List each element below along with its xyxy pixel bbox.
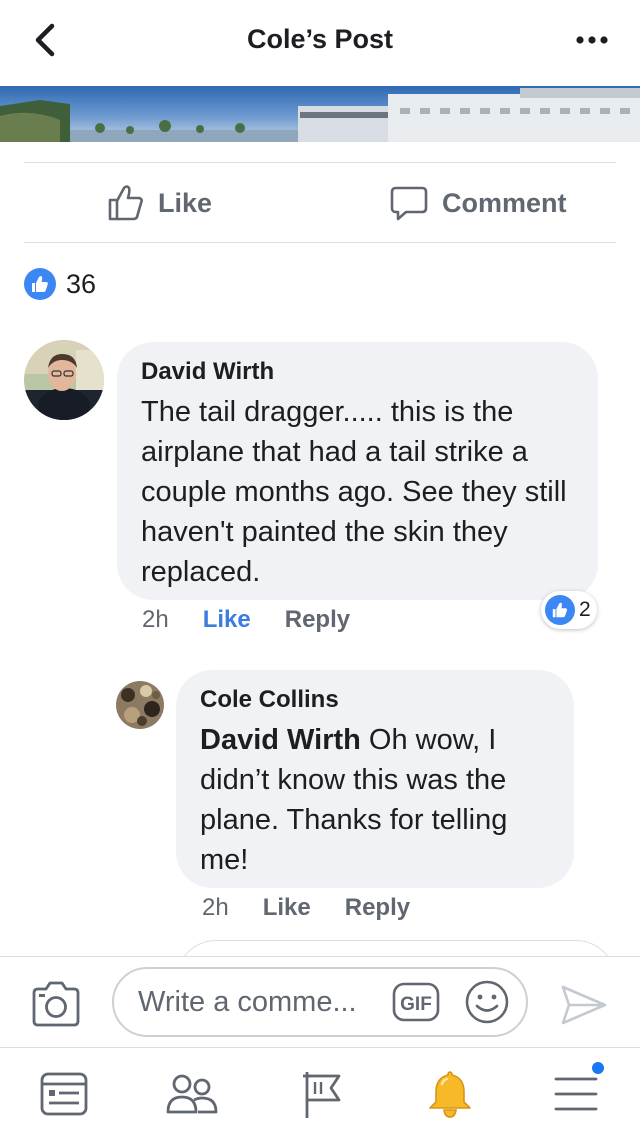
avatar[interactable] bbox=[116, 681, 164, 729]
emoji-icon[interactable] bbox=[464, 979, 510, 1025]
mention-link[interactable]: David Wirth bbox=[200, 724, 361, 756]
comment-time: 2h bbox=[142, 606, 169, 633]
top-bar: Cole’s Post bbox=[0, 0, 640, 86]
menu-badge bbox=[590, 1060, 606, 1076]
comment-like-button[interactable]: Like bbox=[263, 894, 311, 922]
news-feed-icon bbox=[40, 1072, 88, 1116]
comment-button[interactable]: Comment bbox=[390, 180, 567, 226]
gif-label: GIF bbox=[400, 994, 432, 1015]
notifications-bell-icon bbox=[429, 1071, 471, 1118]
menu-icon bbox=[554, 1077, 598, 1111]
like-label: Like bbox=[158, 187, 213, 218]
camera-icon[interactable] bbox=[30, 981, 82, 1027]
reaction-number: 2 bbox=[579, 598, 591, 621]
comment-reaction-count[interactable]: 2 bbox=[541, 591, 597, 629]
page-title: Cole’s Post bbox=[246, 24, 394, 54]
friends-icon bbox=[166, 1074, 218, 1114]
comment-text: David Wirth Oh wow, I didn’t know this w… bbox=[200, 720, 550, 880]
comment-actions: 2h Like Reply bbox=[202, 894, 410, 922]
bottom-tab-bar bbox=[0, 1048, 640, 1136]
comment-bubble: Cole Collins David Wirth Oh wow, I didn’… bbox=[176, 670, 574, 888]
reactions-summary[interactable]: 36 bbox=[24, 268, 96, 300]
divider bbox=[24, 162, 616, 163]
post-photo[interactable] bbox=[0, 86, 640, 142]
more-dots-icon[interactable] bbox=[574, 30, 610, 50]
comment-actions: 2h Like Reply bbox=[142, 606, 350, 634]
tab-friends[interactable] bbox=[164, 1066, 220, 1122]
comment-bubble: David Wirth The tail dragger..... this i… bbox=[117, 342, 598, 600]
avatar[interactable] bbox=[24, 340, 104, 420]
like-button[interactable]: Like bbox=[108, 180, 212, 226]
thumbs-up-icon bbox=[24, 268, 56, 300]
comment-author[interactable]: David Wirth bbox=[141, 358, 574, 386]
reaction-count: 36 bbox=[66, 268, 97, 299]
comment-reply-button[interactable]: Reply bbox=[285, 606, 350, 634]
pages-flag-icon bbox=[303, 1072, 341, 1118]
thumbs-up-outline-icon bbox=[108, 185, 143, 221]
comment-composer: GIF bbox=[0, 956, 640, 1048]
tab-pages[interactable] bbox=[292, 1066, 348, 1122]
gif-icon[interactable]: GIF bbox=[392, 982, 440, 1022]
comment-bubble-icon bbox=[390, 186, 428, 221]
tab-news-feed[interactable] bbox=[36, 1066, 92, 1122]
comment-label: Comment bbox=[442, 187, 567, 218]
divider bbox=[24, 242, 616, 243]
comment-like-button[interactable]: Like bbox=[203, 606, 251, 634]
send-icon[interactable] bbox=[560, 983, 608, 1027]
comment-reply-button[interactable]: Reply bbox=[345, 894, 410, 922]
comment-text: The tail dragger..... this is the airpla… bbox=[141, 396, 567, 588]
comment-author[interactable]: Cole Collins bbox=[200, 686, 550, 714]
tab-menu[interactable] bbox=[548, 1060, 606, 1122]
thumbs-up-icon bbox=[545, 595, 575, 625]
tab-notifications[interactable] bbox=[422, 1066, 478, 1122]
comment-time: 2h bbox=[202, 894, 229, 921]
